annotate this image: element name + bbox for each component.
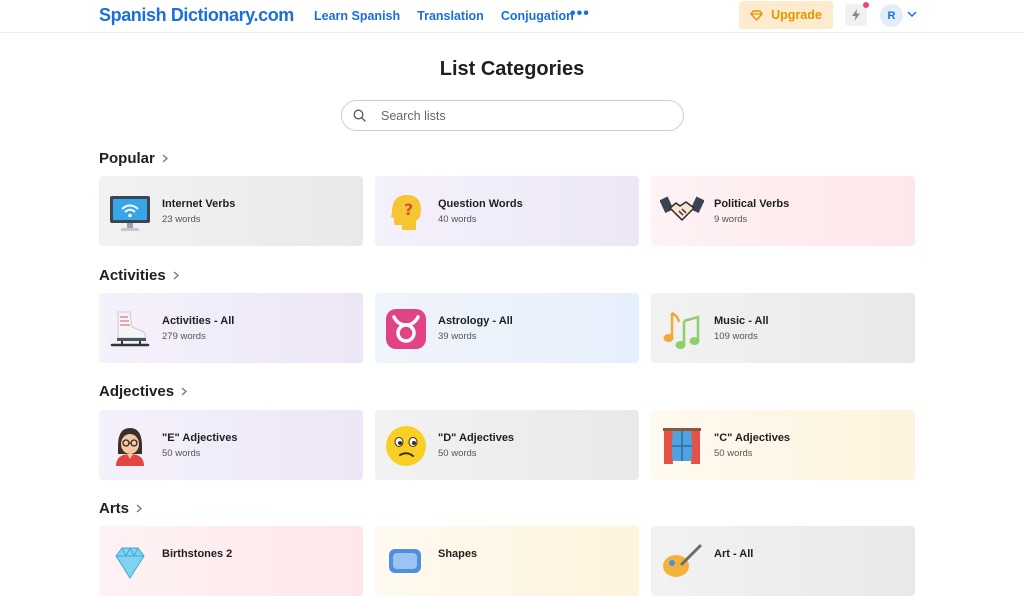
card-name: "D" Adjectives [438,432,515,444]
list-card-art-all[interactable]: Art - All [651,526,915,596]
card-name: "C" Adjectives [714,432,791,444]
section-title-activities[interactable]: Activities [99,267,179,284]
card-name: Astrology - All [438,315,513,327]
card-count: 279 words [162,331,206,342]
section-title-popular[interactable]: Popular [99,150,168,167]
diamond-icon [750,9,763,21]
chevron-right-icon [173,271,179,280]
upgrade-button[interactable]: Upgrade [739,1,833,29]
list-card-political-verbs[interactable]: Political Verbs 9 words [651,176,915,246]
list-card-internet-verbs[interactable]: Internet Verbs 23 words [99,176,363,246]
paintbrush-icon [663,544,702,577]
card-count: 50 words [438,448,477,459]
card-name: Activities - All [162,315,235,327]
music-notes-icon [663,311,700,349]
curtains-icon [663,428,701,464]
list-card-music-all[interactable]: Music - All 109 words [651,293,915,363]
search-icon [353,109,366,122]
section-title-label: Popular [99,150,155,167]
notifications-button[interactable] [845,2,869,26]
diamond-icon [115,546,145,579]
list-card-activities-all[interactable]: Activities - All 279 words [99,293,363,363]
upgrade-label: Upgrade [771,8,822,22]
top-navbar: Spanish Dictionary.com Learn Spanish Tra… [0,0,1024,33]
card-count: 40 words [438,214,477,225]
list-card-astrology-all[interactable]: Astrology - All 39 words [375,293,639,363]
svg-text:?: ? [404,200,413,219]
list-card-shapes[interactable]: Shapes [375,526,639,596]
card-count: 109 words [714,331,758,342]
section-title-adjectives[interactable]: Adjectives [99,383,188,400]
card-count: 39 words [438,331,477,342]
section-title-label: Adjectives [99,383,175,400]
card-row-activities: Activities - All 279 words Astrology - A… [99,293,915,363]
card-count: 50 words [162,448,201,459]
card-name: "E" Adjectives [162,432,238,444]
list-card-question-words[interactable]: ? Question Words 40 words [375,176,639,246]
avatar[interactable]: R [880,4,903,27]
section-title-arts[interactable]: Arts [99,500,143,517]
ice-skate-icon [110,311,150,347]
confused-face-icon [386,426,426,466]
nav-links: Learn Spanish Translation Conjugation [314,9,574,23]
card-count: 9 words [714,214,748,225]
card-name: Art - All [714,548,754,560]
chevron-right-icon [136,504,143,513]
computer-wifi-icon [110,196,150,231]
card-name: Music - All [714,315,769,327]
more-menu-button[interactable]: ••• [570,5,590,23]
card-row-arts: Birthstones 2 Shapes Art - All [99,526,915,596]
logo[interactable]: Spanish Dictionary.com [99,5,294,26]
list-card-e-adjectives[interactable]: "E" Adjectives 50 words [99,410,363,480]
chevron-right-icon [162,154,168,163]
lightning-icon [852,9,860,21]
nav-learn-spanish[interactable]: Learn Spanish [314,9,400,23]
card-name: Political Verbs [714,198,790,210]
search-input[interactable] [381,107,671,125]
card-name: Internet Verbs [162,198,236,210]
chevron-down-icon[interactable] [907,11,917,17]
section-title-label: Arts [99,500,130,517]
shapes-icon [389,549,421,573]
notification-dot [863,2,869,8]
search-box[interactable] [341,100,684,131]
chevron-right-icon [181,387,188,396]
nav-conjugation[interactable]: Conjugation [501,9,574,23]
taurus-icon [386,309,426,349]
nav-translation[interactable]: Translation [417,9,484,23]
list-card-d-adjectives[interactable]: "D" Adjectives 50 words [375,410,639,480]
handshake-icon [660,196,704,221]
card-name: Question Words [438,198,523,210]
list-card-c-adjectives[interactable]: "C" Adjectives 50 words [651,410,915,480]
card-name: Shapes [438,548,478,560]
section-title-label: Activities [99,267,166,284]
card-row-popular: Internet Verbs 23 words ? Question Words… [99,176,915,246]
list-card-birthstones-2[interactable]: Birthstones 2 [99,526,363,596]
card-name: Birthstones 2 [162,548,233,560]
card-count: 50 words [714,448,753,459]
card-row-adjectives: "E" Adjectives 50 words "D" Adjectives 5… [99,410,915,480]
page-title: List Categories [439,58,585,80]
card-count: 23 words [162,214,201,225]
question-head-icon: ? [391,195,421,230]
woman-glasses-icon [116,428,144,466]
